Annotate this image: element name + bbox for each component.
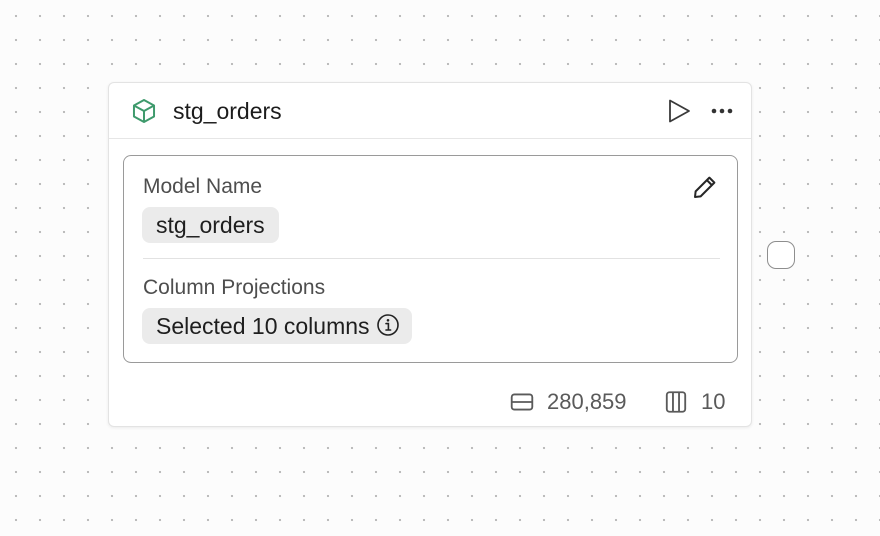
row-count-stat: 280,859 — [509, 386, 627, 418]
model-name-value: stg_orders — [142, 207, 279, 243]
model-node-card[interactable]: stg_orders Model Name stg_orders Column … — [108, 82, 752, 427]
run-button[interactable] — [663, 95, 695, 127]
column-count-stat: 10 — [663, 386, 725, 418]
play-icon — [669, 99, 690, 123]
node-config-panel[interactable]: Model Name stg_orders Column Projections… — [123, 155, 738, 363]
node-header: stg_orders — [109, 83, 751, 139]
column-projections-text: Selected 10 columns — [156, 313, 370, 339]
node-title: stg_orders — [173, 98, 282, 124]
column-count: 10 — [701, 389, 726, 414]
column-projections-label: Column Projections — [143, 276, 326, 299]
info-icon[interactable] — [376, 313, 400, 337]
edit-button[interactable] — [690, 172, 720, 202]
columns-icon — [665, 391, 687, 413]
pencil-icon — [694, 176, 716, 198]
model-name-label: Model Name — [143, 175, 263, 198]
row-count: 280,859 — [547, 389, 627, 414]
cube-icon — [132, 99, 156, 123]
more-options-button[interactable] — [707, 95, 739, 127]
column-projections-value: Selected 10 columns — [142, 308, 412, 344]
rows-icon — [510, 393, 534, 411]
more-horizontal-icon — [711, 108, 733, 114]
output-connection-handle[interactable] — [767, 241, 795, 269]
config-divider — [143, 258, 720, 259]
